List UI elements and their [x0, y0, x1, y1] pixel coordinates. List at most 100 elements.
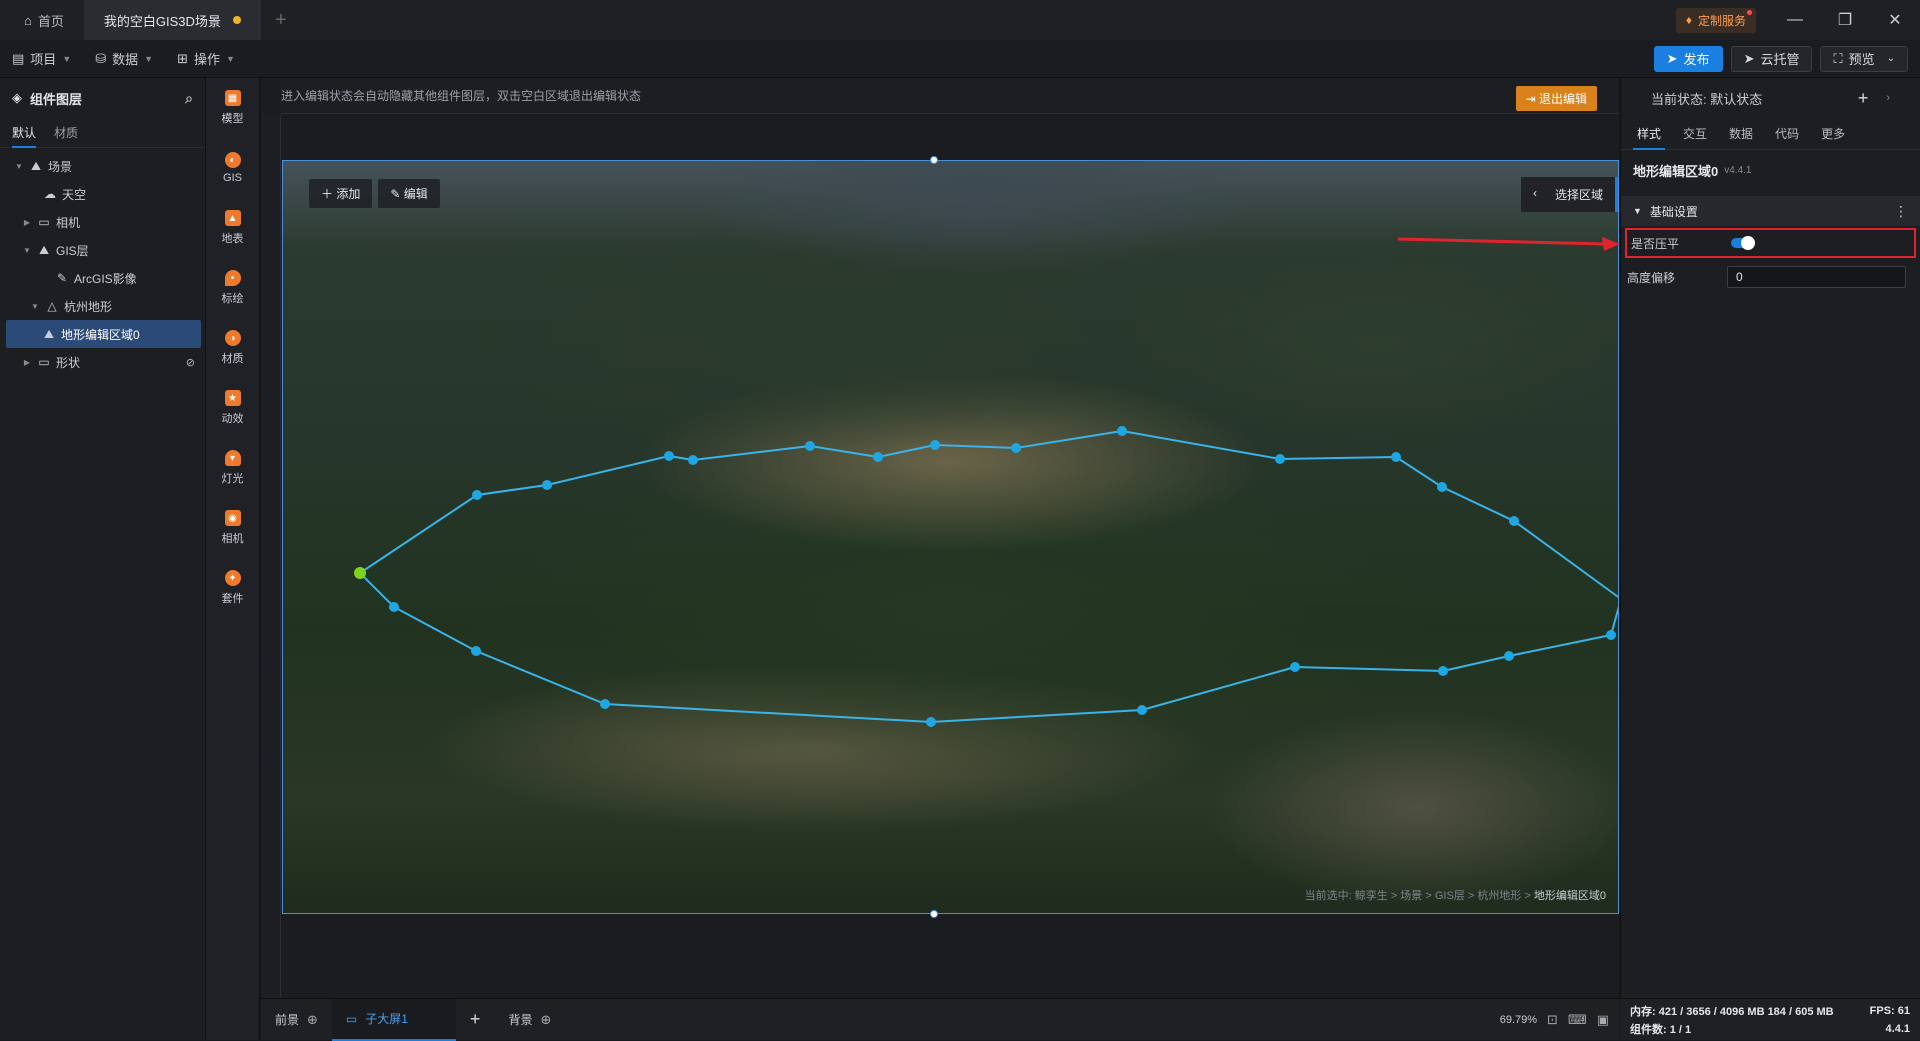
vertex-handle[interactable]: [664, 451, 674, 461]
tool-gis[interactable]: ◐ GIS: [206, 138, 259, 198]
canvas-area: 进入编辑状态会自动隐藏其他组件图层，双击空白区域退出编辑状态 ⇥ 退出编辑 ＋ …: [261, 78, 1619, 998]
menu-data[interactable]: ⛁ 数据 ▼: [83, 49, 165, 68]
tree-node-camera[interactable]: ▶ ▭ 相机: [0, 208, 205, 236]
tree-node-hangzhou-terrain[interactable]: ▼ △ 杭州地形: [0, 292, 205, 320]
hidden-eye-icon[interactable]: ⊘: [186, 356, 195, 369]
tab-style[interactable]: 样式: [1633, 118, 1666, 150]
publish-button[interactable]: ➤ 发布: [1653, 45, 1723, 72]
vertex-handle[interactable]: [542, 480, 552, 490]
expand-icon[interactable]: ▼: [14, 162, 24, 171]
3d-scene-viewport[interactable]: ＋ 添加 ✎ 编辑 ‹ 选择区域 当前选中: 鲸孪生 > 场景 > GIS层 >…: [282, 160, 1619, 914]
vertex-handle[interactable]: [471, 646, 481, 656]
cloud-host-button[interactable]: ➤ 云托管: [1730, 45, 1813, 72]
select-area-panel[interactable]: ‹ 选择区域: [1520, 177, 1618, 212]
flatten-toggle[interactable]: [1731, 236, 1755, 250]
tool-material[interactable]: ◑ 材质: [206, 318, 259, 378]
tab-code[interactable]: 代码: [1771, 118, 1803, 150]
restore-button[interactable]: ❐: [1820, 0, 1870, 40]
tree-node-terrain-edit-area[interactable]: ⛰ 地形编辑区域0: [6, 320, 201, 348]
keyboard-icon[interactable]: ⌨: [1568, 1012, 1587, 1028]
search-icon[interactable]: ⌕: [185, 90, 193, 107]
expand-icon[interactable]: ▼: [22, 246, 32, 255]
basic-settings-section[interactable]: ▼ 基础设置 ⋮: [1621, 196, 1920, 226]
add-screen-button[interactable]: +: [456, 999, 495, 1041]
resize-handle-bottom[interactable]: [930, 910, 938, 918]
minimize-button[interactable]: —: [1770, 0, 1820, 40]
tree-node-sky[interactable]: ☁ 天空: [0, 180, 205, 208]
sub-screen-label: 子大屏1: [365, 1012, 408, 1026]
vertex-handle[interactable]: [688, 455, 698, 465]
vertex-handle[interactable]: [1117, 426, 1127, 436]
vertex-handle[interactable]: [1137, 705, 1147, 715]
select-area-label: 选择区域: [1554, 188, 1603, 202]
tree-node-arcgis[interactable]: ✎ ArcGIS影像: [0, 264, 205, 292]
foreground-tab[interactable]: 前景 ⊕: [261, 999, 332, 1041]
vertex-handle[interactable]: [1606, 630, 1616, 640]
tool-marker[interactable]: • 标绘: [206, 258, 259, 318]
tab-scene[interactable]: 我的空白GIS3D场景: [83, 0, 261, 40]
resize-handle-top[interactable]: [930, 156, 938, 164]
menu-project[interactable]: ▤ 项目 ▼: [0, 49, 83, 68]
vertex-handle[interactable]: [472, 490, 482, 500]
expand-icon[interactable]: ▶: [22, 358, 32, 367]
close-button[interactable]: ✕: [1870, 0, 1920, 40]
background-tab[interactable]: 背景 ⊕: [494, 999, 565, 1041]
vertex-handle[interactable]: [873, 452, 883, 462]
menu-operation[interactable]: ⊞ 操作 ▼: [165, 49, 247, 68]
sub-screen-tab[interactable]: ▭ 子大屏1: [331, 998, 456, 1041]
vertex-handle[interactable]: [926, 717, 936, 727]
vertex-handle[interactable]: [1011, 443, 1021, 453]
edit-points-button[interactable]: ✎ 编辑: [378, 179, 440, 208]
tab-interaction[interactable]: 交互: [1679, 118, 1711, 150]
add-circle-icon[interactable]: ⊕: [307, 1012, 318, 1028]
tab-default[interactable]: 默认: [12, 118, 37, 148]
height-offset-input[interactable]: 0: [1727, 266, 1906, 288]
tab-material[interactable]: 材质: [54, 118, 78, 148]
vertex-handle[interactable]: [1509, 516, 1519, 526]
state-selector[interactable]: 当前状态: 默认状态 + ›: [1621, 78, 1920, 118]
flatten-label: 是否压平: [1631, 236, 1680, 251]
tool-model[interactable]: ▦ 模型: [206, 78, 259, 138]
tool-effect[interactable]: ★ 动效: [206, 378, 259, 438]
tab-data[interactable]: 数据: [1725, 118, 1757, 150]
tab-more[interactable]: 更多: [1817, 118, 1849, 150]
kit-icon: ✦: [224, 570, 241, 586]
expand-icon[interactable]: ▼: [30, 302, 40, 311]
tool-terrain[interactable]: ▲ 地表: [206, 198, 259, 258]
vertex-handle[interactable]: [805, 441, 815, 451]
tree-node-shape[interactable]: ▶ ▭ 形状 ⊘: [0, 348, 205, 376]
add-state-icon[interactable]: +: [1858, 88, 1869, 109]
tab-home[interactable]: ⌂ 首页: [0, 0, 84, 40]
collapse-icon[interactable]: ▼: [1633, 206, 1642, 216]
zoom-level[interactable]: 69.79%: [1500, 1014, 1537, 1026]
vertex-handle[interactable]: [1437, 482, 1447, 492]
exit-edit-button[interactable]: ⇥ 退出编辑: [1515, 86, 1597, 111]
tree-node-gis-layer[interactable]: ▼ ⛰ GIS层: [0, 236, 205, 264]
vertex-handle[interactable]: [1438, 666, 1448, 676]
folder-icon: ▭: [38, 355, 50, 369]
vertex-handle-start[interactable]: [354, 567, 366, 579]
custom-service-button[interactable]: ♦ 定制服务: [1675, 7, 1756, 33]
terminal-icon[interactable]: ▣: [1597, 1012, 1609, 1028]
vertex-handle[interactable]: [1275, 454, 1285, 464]
vertex-handle[interactable]: [930, 440, 940, 450]
tool-kit[interactable]: ✦ 套件: [206, 558, 259, 618]
vertex-handle[interactable]: [600, 699, 610, 709]
vertex-handle[interactable]: [1290, 662, 1300, 672]
tool-light[interactable]: ▾ 灯光: [206, 438, 259, 498]
expand-icon[interactable]: ▶: [22, 218, 32, 227]
chevron-right-icon[interactable]: ›: [1886, 92, 1890, 104]
more-vertical-icon[interactable]: ⋮: [1894, 203, 1908, 220]
menu-project-label: 项目: [30, 52, 57, 67]
tool-camera[interactable]: ◉ 相机: [206, 498, 259, 558]
fit-screen-icon[interactable]: ⊡: [1547, 1012, 1558, 1028]
vertex-handle[interactable]: [1504, 651, 1514, 661]
add-tab-button[interactable]: +: [261, 0, 301, 40]
vertex-handle[interactable]: [389, 602, 399, 612]
preview-button[interactable]: ⛶ 预览 ⌄: [1820, 45, 1908, 72]
chevron-left-icon[interactable]: ‹: [1533, 186, 1537, 203]
add-circle-icon[interactable]: ⊕: [540, 1012, 551, 1028]
add-point-button[interactable]: ＋ 添加: [309, 179, 373, 208]
vertex-handle[interactable]: [1391, 452, 1401, 462]
tree-node-scene[interactable]: ▼ ⛰ 场景: [0, 152, 205, 180]
